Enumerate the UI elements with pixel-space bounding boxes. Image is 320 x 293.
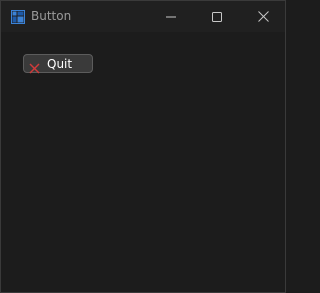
maximize-button[interactable]	[194, 1, 240, 32]
close-icon	[257, 7, 269, 26]
window-grid-icon	[11, 9, 25, 24]
title-bar[interactable]: Button	[1, 1, 285, 32]
window-title: Button	[31, 9, 72, 23]
maximize-icon	[212, 7, 222, 26]
minimize-button[interactable]	[148, 1, 194, 32]
close-x-icon	[29, 59, 40, 74]
app-window: Button Quit	[0, 0, 286, 293]
quit-button-label: Quit	[47, 57, 73, 71]
close-button[interactable]	[240, 1, 286, 32]
minimize-icon	[166, 7, 176, 26]
window-content: Quit	[1, 32, 285, 292]
quit-button[interactable]: Quit	[23, 54, 93, 74]
